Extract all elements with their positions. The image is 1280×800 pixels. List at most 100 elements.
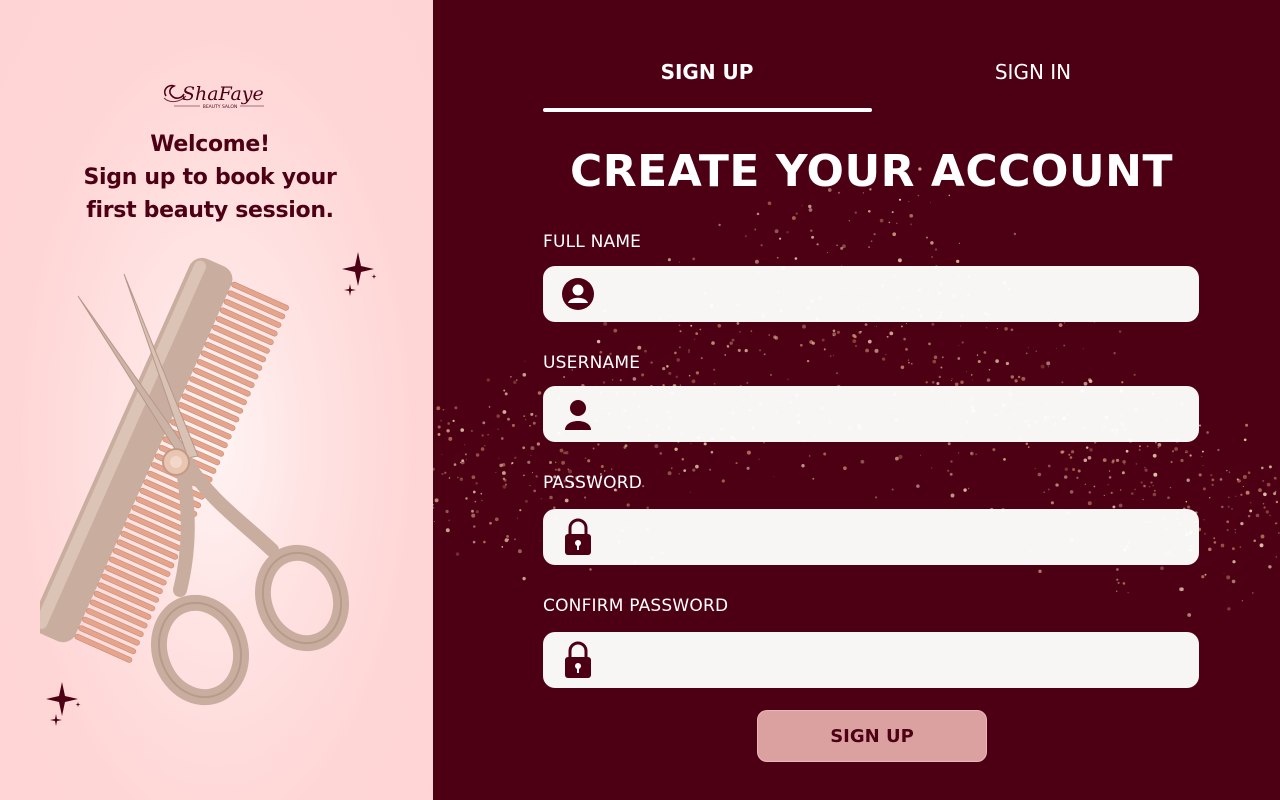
- glitter-dot: [1247, 514, 1251, 518]
- glitter-dot: [1043, 491, 1045, 493]
- glitter-dot: [501, 463, 506, 467]
- glitter-dot: [958, 242, 961, 244]
- glitter-dot: [835, 372, 839, 375]
- glitter-dot: [767, 201, 772, 206]
- glitter-dot: [957, 357, 961, 360]
- glitter-dot: [713, 383, 716, 385]
- glitter-dot: [843, 466, 847, 471]
- glitter-dot: [466, 458, 467, 460]
- glitter-dot: [561, 460, 566, 465]
- glitter-dot: [779, 237, 782, 240]
- glitter-dot: [959, 325, 961, 327]
- glitter-dot: [679, 330, 682, 333]
- confirm-password-field[interactable]: [543, 632, 1199, 688]
- glitter-dot: [524, 499, 528, 503]
- username-label: USERNAME: [543, 353, 641, 373]
- user-circle-icon: [561, 277, 595, 311]
- welcome-line-2: Sign up to book your: [83, 165, 337, 190]
- glitter-dot: [691, 379, 696, 384]
- tab-sign-in[interactable]: SIGN IN: [933, 60, 1133, 84]
- glitter-dot: [437, 425, 441, 429]
- confirm-password-input[interactable]: [595, 632, 1199, 688]
- glitter-dot: [860, 330, 862, 333]
- glitter-dot: [1077, 469, 1081, 473]
- glitter-dot: [1055, 483, 1059, 487]
- glitter-dot: [434, 498, 439, 503]
- glitter-dot: [931, 467, 933, 469]
- glitter-dot: [1102, 458, 1107, 462]
- glitter-dot: [1213, 537, 1216, 540]
- username-field[interactable]: [543, 386, 1199, 442]
- glitter-dot: [794, 257, 798, 260]
- glitter-dot: [1112, 505, 1116, 509]
- glitter-dot: [787, 378, 789, 381]
- glitter-dot: [763, 353, 766, 356]
- glitter-dot: [1083, 458, 1088, 463]
- glitter-dot: [724, 354, 726, 356]
- glitter-dot: [1115, 458, 1120, 463]
- welcome-panel: ShaFaye BEAUTY SALON Welcome! Sign up to…: [0, 0, 433, 800]
- glitter-dot: [1204, 533, 1206, 535]
- glitter-dot: [1004, 327, 1008, 331]
- glitter-dot: [1027, 446, 1030, 448]
- glitter-dot: [1110, 491, 1113, 495]
- glitter-dot: [908, 201, 910, 203]
- glitter-dot: [584, 457, 587, 460]
- glitter-dot: [592, 447, 595, 450]
- glitter-dot: [532, 421, 536, 425]
- glitter-dot: [875, 496, 878, 499]
- glitter-dot: [1202, 487, 1206, 491]
- glitter-dot: [1085, 446, 1089, 449]
- tab-sign-up[interactable]: SIGN UP: [607, 60, 807, 84]
- glitter-dot: [1127, 592, 1129, 594]
- glitter-dot: [1275, 522, 1277, 525]
- glitter-dot: [898, 454, 903, 459]
- glitter-dot: [444, 471, 447, 475]
- glitter-dot: [1150, 481, 1153, 484]
- glitter-dot: [1278, 532, 1280, 534]
- full-name-input[interactable]: [595, 266, 1199, 322]
- glitter-dot: [721, 479, 725, 483]
- glitter-dot: [447, 422, 451, 425]
- full-name-field[interactable]: [543, 266, 1199, 322]
- glitter-dot: [823, 348, 826, 351]
- glitter-dot: [975, 453, 977, 456]
- glitter-dot: [933, 355, 938, 360]
- glitter-dot: [703, 442, 707, 446]
- glitter-dot: [916, 484, 920, 488]
- glitter-dot: [433, 467, 435, 471]
- username-input[interactable]: [595, 386, 1199, 442]
- glitter-dot: [801, 205, 803, 207]
- glitter-dot: [457, 476, 459, 479]
- glitter-dot: [852, 333, 856, 338]
- glitter-dot: [475, 510, 479, 514]
- glitter-dot: [1206, 431, 1209, 434]
- glitter-dot: [1179, 587, 1183, 592]
- glitter-dot: [690, 443, 692, 445]
- glitter-dot: [1152, 453, 1157, 458]
- glitter-dot: [967, 487, 970, 490]
- password-field[interactable]: [543, 509, 1199, 565]
- glitter-dot: [486, 378, 490, 382]
- glitter-dot: [690, 491, 692, 493]
- glitter-dot: [823, 452, 827, 456]
- glitter-dot: [1034, 468, 1036, 470]
- glitter-dot: [530, 446, 535, 451]
- glitter-dot: [1266, 482, 1271, 487]
- password-input[interactable]: [595, 509, 1199, 565]
- glitter-dot: [951, 378, 953, 380]
- glitter-dot: [527, 460, 531, 464]
- glitter-dot: [986, 327, 988, 329]
- glitter-dot: [694, 338, 696, 340]
- glitter-dot: [1003, 458, 1006, 461]
- glitter-dot: [774, 336, 779, 340]
- glitter-dot: [1142, 498, 1144, 501]
- glitter-dot: [522, 576, 526, 581]
- glitter-dot: [1275, 500, 1279, 504]
- glitter-dot: [692, 257, 696, 261]
- glitter-dot: [1046, 361, 1051, 366]
- sign-up-button[interactable]: SIGN UP: [757, 710, 987, 762]
- glitter-dot: [1241, 600, 1243, 602]
- glitter-dot: [446, 429, 450, 433]
- glitter-dot: [956, 259, 960, 264]
